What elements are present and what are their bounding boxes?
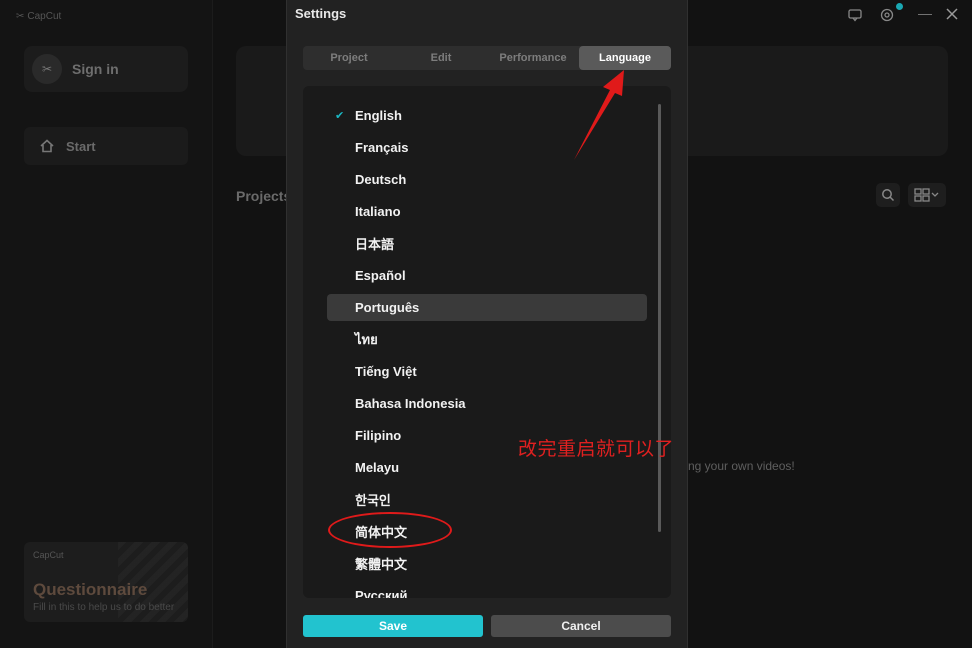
settings-icon[interactable]: [880, 8, 894, 25]
questionnaire-logo: CapCut: [33, 550, 64, 560]
sidebar: ✂ CapCut ✂ Sign in Start CapCut Question…: [0, 0, 213, 648]
view-toggle-button[interactable]: [908, 183, 946, 207]
check-icon: ✔: [335, 110, 345, 122]
language-label: 한국인: [355, 493, 391, 508]
cancel-button[interactable]: Cancel: [491, 615, 671, 637]
app-logo-text: CapCut: [27, 11, 62, 22]
search-button[interactable]: [876, 183, 900, 207]
tab-performance[interactable]: Performance: [487, 46, 579, 70]
language-label: 日本語: [355, 237, 395, 252]
close-icon[interactable]: [946, 7, 958, 23]
dialog-title: Settings: [295, 6, 347, 21]
language-label: 繁體中文: [355, 557, 408, 572]
sidebar-item-start[interactable]: Start: [24, 127, 188, 165]
language-option-russian[interactable]: Русский: [327, 582, 647, 598]
minimize-icon[interactable]: —: [918, 5, 932, 21]
language-option-korean[interactable]: 한국인: [327, 486, 647, 513]
annotation-arrow: [574, 70, 624, 160]
notification-dot: [896, 3, 903, 10]
language-label: English: [355, 108, 402, 123]
annotation-ellipse: [328, 512, 452, 548]
questionnaire-card[interactable]: CapCut Questionnaire Fill in this to hel…: [24, 542, 188, 622]
language-label: Filipino: [355, 428, 402, 443]
projects-heading: Projects: [236, 188, 292, 204]
language-label: Português: [355, 300, 420, 315]
language-option-spanish[interactable]: Español: [327, 262, 647, 289]
search-icon: [882, 189, 895, 202]
annotation-note: 改完重启就可以了: [518, 439, 675, 460]
language-option-vietnamese[interactable]: Tiếng Việt: [327, 358, 647, 385]
language-option-traditional-chinese[interactable]: 繁體中文: [327, 550, 647, 577]
sidebar-item-label: Start: [66, 138, 96, 154]
language-label: Deutsch: [355, 172, 407, 187]
home-icon: [40, 139, 54, 153]
language-label: ไทย: [355, 332, 378, 347]
language-list-scrollbar[interactable]: [658, 104, 661, 532]
language-option-portuguese[interactable]: Português: [327, 294, 647, 321]
language-label: Italiano: [355, 204, 401, 219]
save-button[interactable]: Save: [303, 615, 483, 637]
empty-projects-hint: ng your own videos!: [688, 459, 795, 473]
language-label: Español: [355, 268, 406, 283]
language-option-german[interactable]: Deutsch: [327, 166, 647, 193]
language-label: Русский: [355, 588, 408, 598]
language-label: Tiếng Việt: [355, 364, 417, 379]
questionnaire-subtitle: Fill in this to help us to do better: [33, 602, 175, 613]
language-option-thai[interactable]: ไทย: [327, 326, 647, 353]
language-option-japanese[interactable]: 日本語: [327, 230, 647, 257]
tab-project[interactable]: Project: [303, 46, 395, 70]
capcut-logo-icon: ✂: [16, 11, 25, 22]
language-label: Bahasa Indonesia: [355, 396, 466, 411]
language-option-italian[interactable]: Italiano: [327, 198, 647, 225]
grid-view-icon: [914, 188, 939, 202]
feedback-icon[interactable]: [848, 8, 862, 25]
questionnaire-title: Questionnaire: [33, 580, 148, 599]
language-label: Melayu: [355, 460, 400, 475]
language-option-indonesian[interactable]: Bahasa Indonesia: [327, 390, 647, 417]
sign-in-button[interactable]: ✂ Sign in: [24, 46, 188, 92]
language-label: Français: [355, 140, 409, 155]
sign-in-label: Sign in: [72, 61, 119, 77]
app-logo: ✂ CapCut: [16, 11, 61, 22]
avatar-icon: ✂: [32, 54, 62, 84]
tab-edit[interactable]: Edit: [395, 46, 487, 70]
